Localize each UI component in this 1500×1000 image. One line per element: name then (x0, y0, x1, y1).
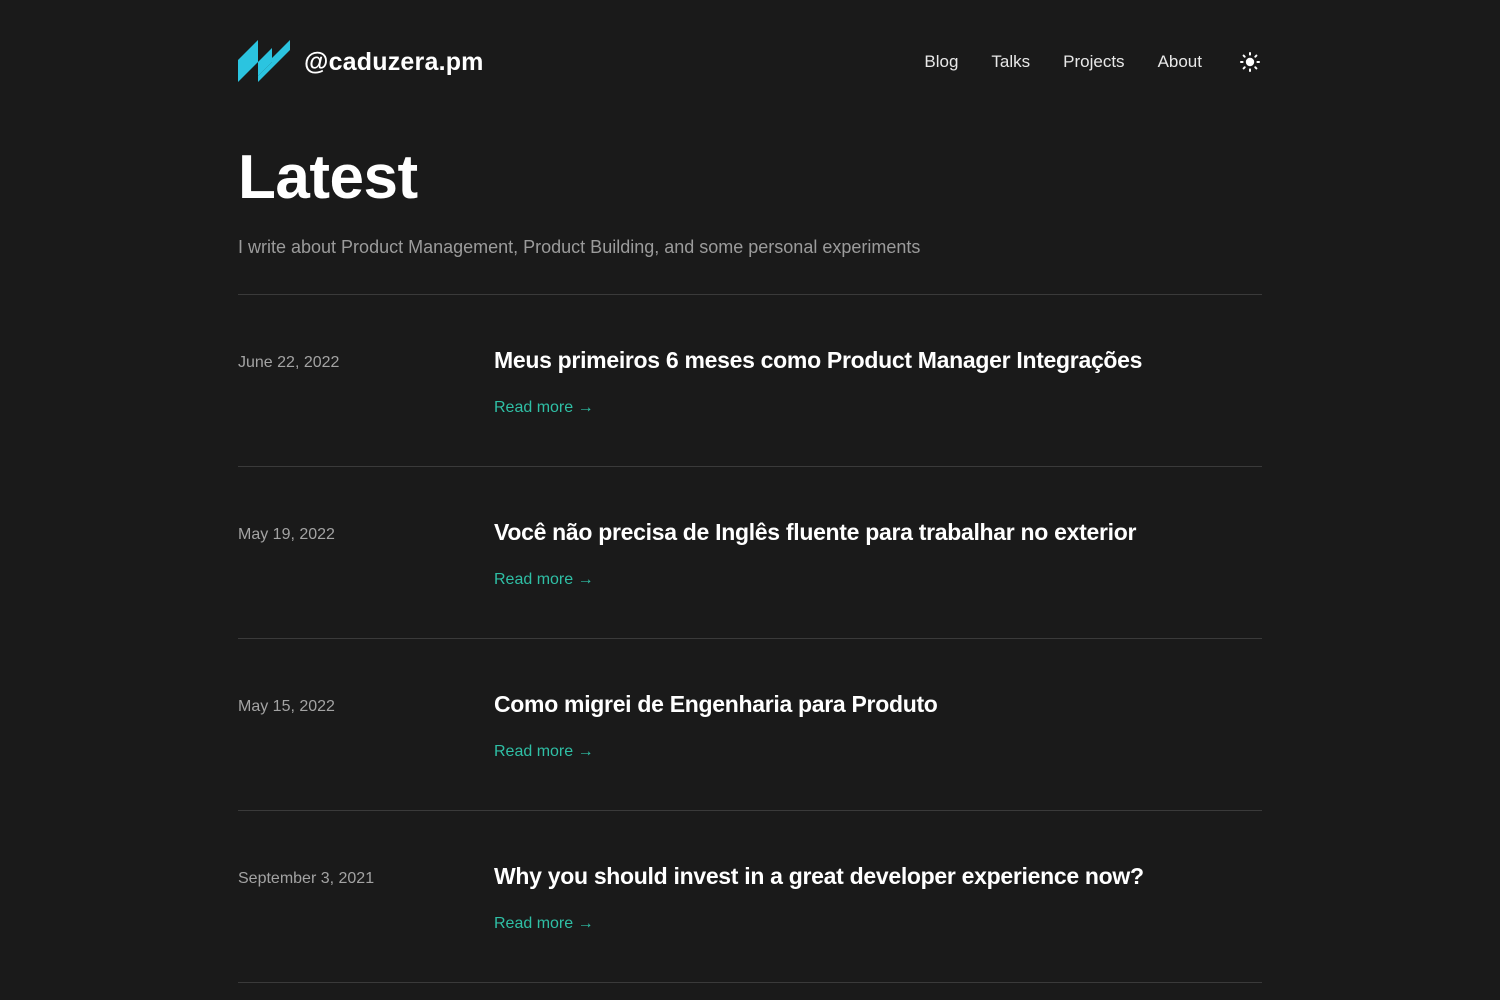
page-container: @caduzera.pm Blog Talks Projects About L… (238, 0, 1262, 983)
post-title[interactable]: Meus primeiros 6 meses como Product Mana… (494, 345, 1142, 375)
nav-link-talks[interactable]: Talks (991, 50, 1030, 74)
post-body: Você não precisa de Inglês fluente para … (494, 467, 1136, 638)
nav-link-about[interactable]: About (1158, 50, 1202, 74)
post-item: September 3, 2021 Why you should invest … (238, 811, 1262, 983)
post-item: May 19, 2022 Você não precisa de Inglês … (238, 467, 1262, 639)
read-more-link[interactable]: Read more → (494, 913, 594, 935)
post-date: June 22, 2022 (238, 354, 340, 371)
nav-link-blog[interactable]: Blog (924, 50, 958, 74)
page-subtitle: I write about Product Management, Produc… (238, 237, 921, 257)
sun-icon (1240, 52, 1260, 72)
read-more-link[interactable]: Read more → (494, 397, 594, 419)
post-date: May 19, 2022 (238, 526, 335, 543)
post-body: Meus primeiros 6 meses como Product Mana… (494, 295, 1142, 466)
site-logo-icon (238, 40, 290, 82)
brand-link[interactable]: @caduzera.pm (238, 40, 484, 84)
page-title: Latest (238, 143, 418, 212)
main-nav: Blog Talks Projects About (924, 50, 1262, 74)
post-title[interactable]: Why you should invest in a great develop… (494, 861, 1144, 891)
post-body: Como migrei de Engenharia para Produto R… (494, 639, 938, 810)
post-item: June 22, 2022 Meus primeiros 6 meses com… (238, 295, 1262, 467)
site-header: @caduzera.pm Blog Talks Projects About (238, 0, 1262, 128)
read-more-link[interactable]: Read more → (494, 741, 594, 763)
theme-toggle-button[interactable] (1238, 50, 1262, 74)
post-item: May 15, 2022 Como migrei de Engenharia p… (238, 639, 1262, 811)
post-date: May 15, 2022 (238, 698, 335, 715)
post-body: Why you should invest in a great develop… (494, 811, 1144, 982)
post-list: June 22, 2022 Meus primeiros 6 meses com… (238, 295, 1262, 983)
read-more-link[interactable]: Read more → (494, 569, 594, 591)
site-name: @caduzera.pm (304, 47, 484, 76)
nav-link-projects[interactable]: Projects (1063, 50, 1124, 74)
post-title[interactable]: Como migrei de Engenharia para Produto (494, 689, 938, 719)
post-title[interactable]: Você não precisa de Inglês fluente para … (494, 517, 1136, 547)
post-date: September 3, 2021 (238, 870, 375, 887)
